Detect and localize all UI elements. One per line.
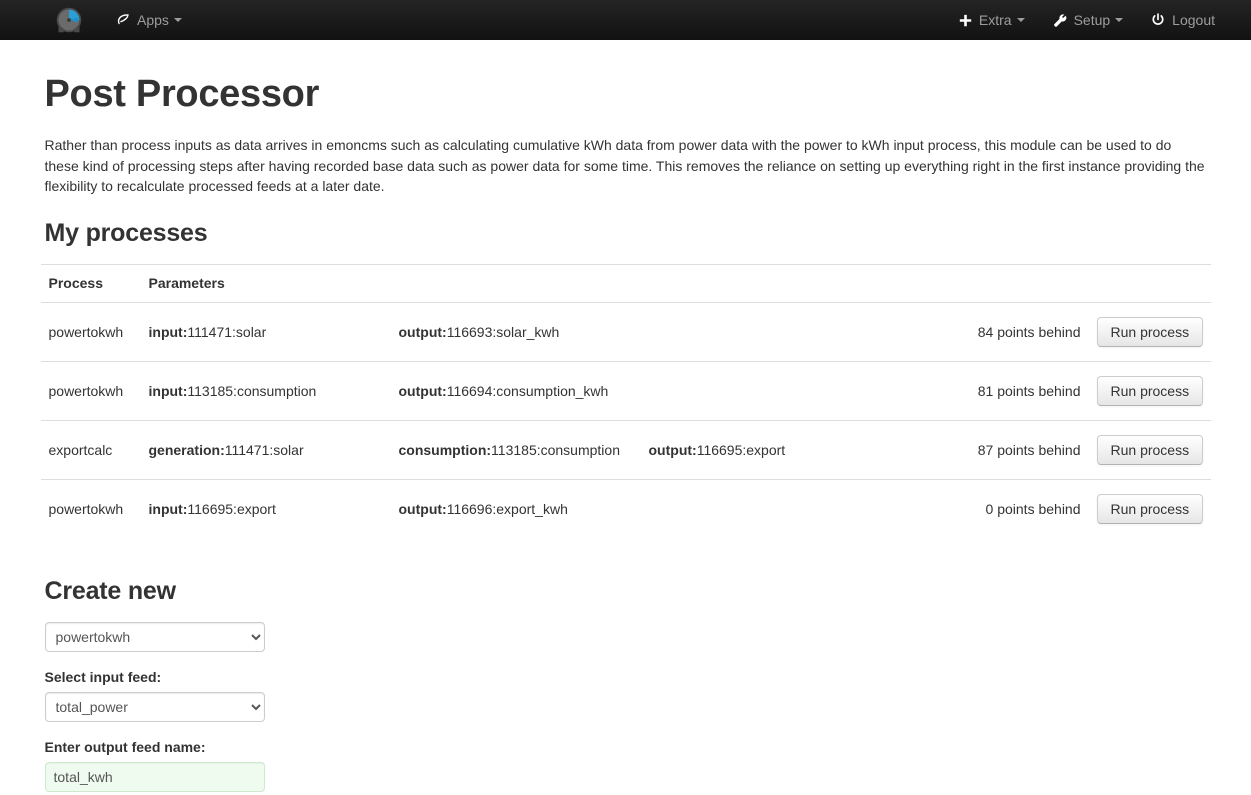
row-parameters: generation:111471:solar consumption:1131… [140,419,961,479]
table-header-row: Process Parameters [40,263,1211,303]
create-new-form: powertokwh Select input feed: total_powe… [41,621,1211,795]
nav-item-apps-label: Apps [137,12,169,28]
row-parameters: input:111471:solar output:116693:solar_k… [141,302,961,361]
my-processes-heading: My processes [44,218,208,247]
column-header-process: Process [40,263,141,303]
input-feed-label: Select input feed: [44,668,162,685]
row-process-name: powertokwh [40,478,141,538]
processes-table: Process Parameters powertokwh input:1114… [40,263,1211,538]
create-new-heading: Create new [44,576,177,605]
row-action-cell: Run process [1088,419,1211,479]
row-points-behind: 0 points behind [960,478,1089,538]
output-feed-name-input[interactable] [44,761,265,792]
leaf-icon [116,13,130,27]
row-points-behind: 87 points behind [960,419,1089,479]
nav-item-logout[interactable]: Logout [1137,0,1229,40]
table-row: powertokwh input:113185:consumption outp… [40,360,1211,420]
row-parameters: input:113185:consumption output:116694:c… [140,360,961,420]
navbar-left-group: Apps [0,0,196,40]
run-process-button[interactable]: Run process [1096,375,1204,406]
table-row: powertokwh input:116695:export output:11… [40,478,1211,538]
nav-item-extra-label: Extra [978,12,1012,28]
param-output: output:116694:consumption_kwh [398,382,609,399]
param-output: output:116693:solar_kwh [398,323,560,340]
output-feed-label: Enter output feed name: [44,738,206,755]
param-input: input:113185:consumption [148,382,317,399]
power-icon [1151,13,1165,27]
nav-item-setup-label: Setup [1073,12,1111,28]
nav-item-extra[interactable]: Extra [945,0,1039,40]
table-row: exportcalc generation:111471:solar consu… [40,419,1211,479]
processes-table-body: powertokwh input:111471:solar output:116… [40,302,1211,538]
param-output: output:116696:export_kwh [398,500,568,517]
nav-item-apps[interactable]: Apps [102,0,196,40]
page-title: Post Processor [44,73,320,115]
chevron-down-icon [173,18,182,22]
top-navbar: Apps Extra Setup Logout [0,0,1251,40]
plus-icon [959,14,972,27]
row-process-name: exportcalc [40,419,141,479]
processes-table-head: Process Parameters [40,263,1211,303]
row-action-cell: Run process [1088,360,1211,420]
row-process-name: powertokwh [48,323,124,340]
row-action-cell: Run process [1089,302,1211,361]
brand-home-link[interactable] [55,6,102,34]
wrench-icon [1053,13,1067,27]
run-process-button[interactable]: Run process [1096,316,1204,347]
nav-item-setup[interactable]: Setup [1039,0,1138,40]
run-process-button[interactable]: Run process [1096,434,1204,465]
param-generation: generation:111471:solar [148,441,304,458]
param-consumption: consumption:113185:consumption [398,441,621,458]
main-container: Post Processor Rather than process input… [40,72,1211,795]
param-input: input:116695:export [148,500,276,517]
row-points-behind: 84 points behind [977,323,1081,340]
run-process-button[interactable]: Run process [1096,493,1204,524]
navbar-right-group: Extra Setup Logout [945,0,1251,40]
input-feed-select[interactable]: total_power [44,691,265,722]
process-type-select[interactable]: powertokwh [44,621,265,652]
table-row: powertokwh input:111471:solar output:116… [41,302,1211,361]
row-points-behind: 81 points behind [960,360,1089,420]
row-action-cell: Run process [1088,478,1211,538]
nav-item-logout-label: Logout [1172,12,1215,28]
row-process-name: powertokwh [40,360,141,420]
column-header-status [960,263,1089,303]
emoncms-gauge-logo-icon [56,7,82,33]
param-input: input:111471:solar [148,323,267,340]
row-parameters: input:116695:export output:116696:export… [140,478,961,538]
chevron-down-icon [1115,18,1124,22]
chevron-down-icon [1016,18,1025,22]
column-header-action [1088,263,1211,303]
param-output: output:116695:export [648,441,786,458]
column-header-parameters: Parameters [140,263,961,303]
page-description: Rather than process inputs as data arriv… [44,137,1205,194]
